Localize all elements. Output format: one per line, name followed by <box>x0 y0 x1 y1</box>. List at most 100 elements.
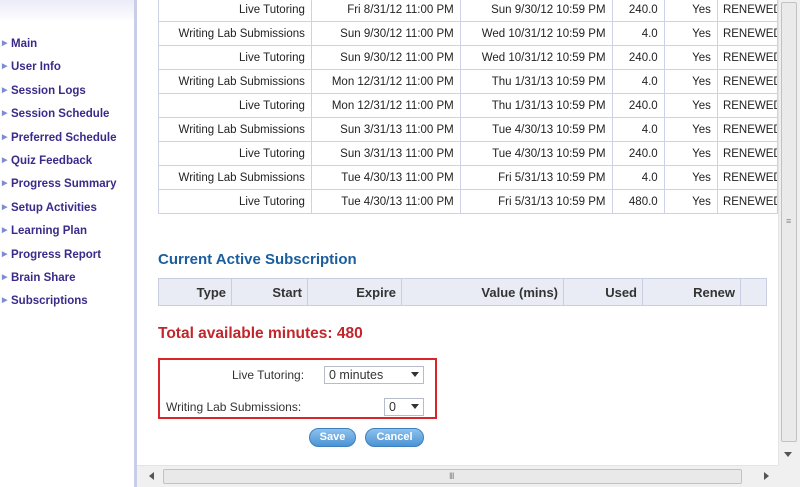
sidebar-item-label: Progress Report <box>11 248 102 261</box>
sidebar-item-label: Main <box>11 38 38 50</box>
status-cell: RENEWED <box>716 141 778 166</box>
bullet-arrow-icon: ▶ <box>2 110 8 118</box>
vertical-scroll-thumb[interactable]: ≡ <box>781 2 797 442</box>
start-cell: Tue 4/30/13 11:00 PM <box>310 189 461 214</box>
type-cell: Writing Lab Submissions <box>158 21 312 46</box>
bullet-arrow-icon: ▶ <box>2 297 8 305</box>
sidebar-item-label: Progress Summary <box>11 178 117 191</box>
status-cell: RENEWED <box>716 165 778 190</box>
bullet-arrow-icon: ▶ <box>2 227 8 235</box>
table-row: Live Tutoring Tue 4/30/13 11:00 PM Fri 5/3… <box>158 189 778 214</box>
sidebar-item-preferred-schedule[interactable]: ▶ Preferred Schedule <box>2 129 116 152</box>
bullet-arrow-icon: ▶ <box>2 250 8 258</box>
expire-cell: Thu 1/31/13 10:59 PM <box>459 93 613 118</box>
sidebar-item-quiz-feedback[interactable]: ▶ Quiz Feedback <box>2 152 116 175</box>
sidebar-item-label: Learning Plan <box>11 225 88 238</box>
table-row: Writing Lab Submissions Sun 3/31/13 11:00… <box>158 117 778 142</box>
value-cell: 480.0 <box>611 189 665 214</box>
renew-cell: Yes <box>663 69 718 94</box>
sidebar-item-label: User Info <box>11 61 61 74</box>
renew-cell: Yes <box>663 165 718 190</box>
table-row: Writing Lab Submissions Tue 4/30/13 11:00… <box>158 165 778 190</box>
start-cell: Mon 12/31/12 11:00 PM <box>310 69 461 94</box>
horizontal-scrollbar[interactable]: III <box>137 465 778 487</box>
active-subscription-table: Type Start Expire Value (mins) Used Rene… <box>158 278 767 306</box>
scroll-down-arrow-icon[interactable] <box>784 452 792 457</box>
sidebar-item-main[interactable]: ▶ Main <box>2 35 116 58</box>
bullet-arrow-icon: ▶ <box>2 180 8 188</box>
sidebar-header <box>0 0 134 22</box>
vertical-scrollbar[interactable]: ≡ <box>778 0 800 465</box>
table-header-row: Type Start Expire Value (mins) Used Rene… <box>158 278 767 306</box>
chevron-down-icon <box>411 404 419 409</box>
sidebar-item-label: Preferred Schedule <box>11 131 117 144</box>
bullet-arrow-icon: ▶ <box>2 40 8 47</box>
sidebar-item-progress-summary[interactable]: ▶ Progress Summary <box>2 175 116 198</box>
save-button[interactable]: Save <box>309 428 356 447</box>
sidebar-item-setup-activities[interactable]: ▶ Setup Activities <box>2 199 116 222</box>
sidebar-item-session-logs[interactable]: ▶ Session Logs <box>2 82 116 105</box>
col-header-blank <box>740 278 767 306</box>
value-cell: 240.0 <box>611 93 665 118</box>
col-header-start: Start <box>231 278 308 306</box>
bullet-arrow-icon: ▶ <box>2 133 8 141</box>
start-cell: Fri 8/31/12 11:00 PM <box>310 0 461 22</box>
col-header-used: Used <box>563 278 643 306</box>
grip-icon: III <box>449 471 454 481</box>
live-tutoring-label: Live Tutoring: <box>232 368 305 382</box>
value-cell: 4.0 <box>611 21 665 46</box>
grip-icon: ≡ <box>786 216 792 226</box>
type-cell: Writing Lab Submissions <box>158 117 312 142</box>
live-tutoring-select[interactable]: 0 minutes <box>324 366 424 384</box>
expire-cell: Fri 5/31/13 10:59 PM <box>459 189 613 214</box>
col-header-type: Type <box>158 278 232 306</box>
type-cell: Live Tutoring <box>158 45 312 70</box>
type-cell: Writing Lab Submissions <box>158 69 312 94</box>
scroll-right-arrow-icon[interactable] <box>764 472 769 480</box>
start-cell: Tue 4/30/13 11:00 PM <box>310 165 461 190</box>
writing-lab-value: 0 <box>389 400 396 414</box>
table-row: Writing Lab Submissions Mon 12/31/12 11:0… <box>158 69 778 94</box>
table-row: Live Tutoring Sun 3/31/13 11:00 PM Tue 4/3… <box>158 141 778 166</box>
cancel-button[interactable]: Cancel <box>365 428 424 447</box>
table-row: Live Tutoring Mon 12/31/12 11:00 PM Thu 1/… <box>158 93 778 118</box>
horizontal-scroll-thumb[interactable]: III <box>163 469 742 484</box>
bullet-arrow-icon: ▶ <box>2 156 8 164</box>
scroll-left-arrow-icon[interactable] <box>149 472 154 480</box>
expire-cell: Fri 5/31/13 10:59 PM <box>459 165 613 190</box>
section-title: Current Active Subscription <box>158 251 357 268</box>
chevron-down-icon <box>411 372 419 377</box>
expire-cell: Tue 4/30/13 10:59 PM <box>459 141 613 166</box>
renew-cell: Yes <box>663 45 718 70</box>
sidebar-item-user-info[interactable]: ▶ User Info <box>2 58 116 81</box>
expire-cell: Wed 10/31/12 10:59 PM <box>459 45 613 70</box>
bullet-arrow-icon: ▶ <box>2 203 8 211</box>
sidebar-item-subscriptions[interactable]: ▶ Subscriptions <box>2 292 116 315</box>
value-cell: 4.0 <box>611 165 665 190</box>
value-cell: 4.0 <box>611 117 665 142</box>
sidebar-item-learning-plan[interactable]: ▶ Learning Plan <box>2 222 116 245</box>
sidebar: ▶ Main ▶ User Info ▶ Session Logs ▶ Session … <box>0 0 137 487</box>
value-cell: 4.0 <box>611 69 665 94</box>
col-header-renew: Renew <box>642 278 741 306</box>
expire-cell: Thu 1/31/13 10:59 PM <box>459 69 613 94</box>
expire-cell: Sun 9/30/12 10:59 PM <box>459 0 613 22</box>
sidebar-item-progress-report[interactable]: ▶ Progress Report <box>2 246 116 269</box>
sidebar-item-brain-share[interactable]: ▶ Brain Share <box>2 269 116 292</box>
renew-cell: Yes <box>663 189 718 214</box>
writing-lab-select[interactable]: 0 <box>384 398 424 416</box>
start-cell: Sun 3/31/13 11:00 PM <box>310 141 461 166</box>
renew-cell: Yes <box>663 141 718 166</box>
table-row: Live Tutoring Fri 8/31/12 11:00 PM Sun 9/3… <box>158 0 778 22</box>
live-tutoring-value: 0 minutes <box>329 368 384 382</box>
subscription-history-table: Live Tutoring Fri 8/31/12 11:00 PM Sun 9/3… <box>158 0 778 214</box>
sidebar-item-label: Session Logs <box>11 84 86 97</box>
value-cell: 240.0 <box>611 141 665 166</box>
type-cell: Live Tutoring <box>158 141 312 166</box>
type-cell: Live Tutoring <box>158 93 312 118</box>
start-cell: Sun 3/31/13 11:00 PM <box>310 117 461 142</box>
status-cell: RENEWED <box>716 69 778 94</box>
sidebar-item-label: Brain Share <box>11 271 76 284</box>
sidebar-item-session-schedule[interactable]: ▶ Session Schedule <box>2 105 116 128</box>
expire-cell: Wed 10/31/12 10:59 PM <box>459 21 613 46</box>
